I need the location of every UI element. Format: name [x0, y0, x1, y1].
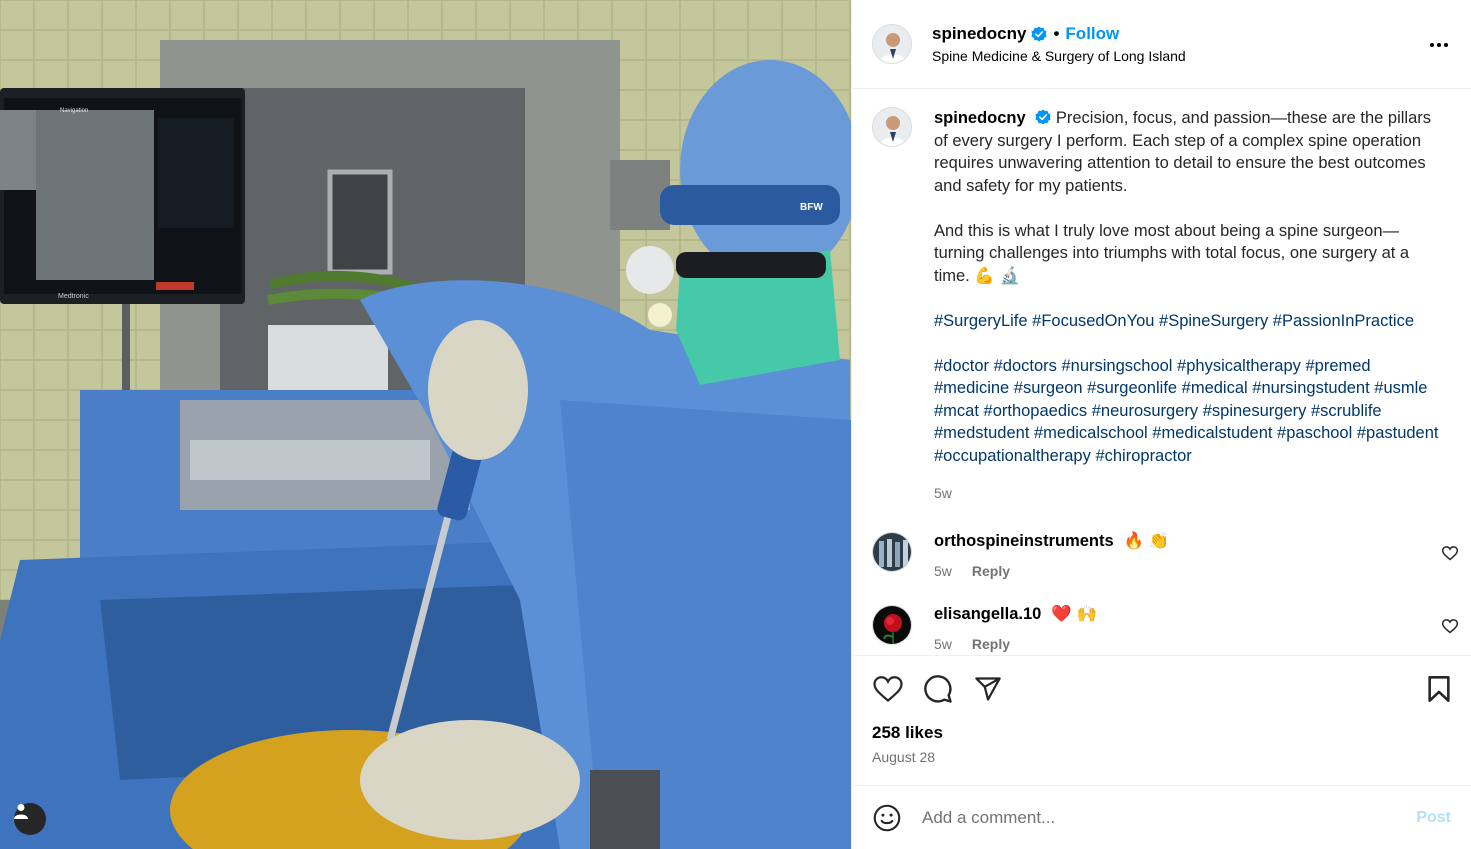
comment-timestamp[interactable]: 5w: [934, 636, 952, 652]
like-button[interactable]: [872, 673, 904, 705]
monitor-title-text: Navigation: [60, 108, 88, 114]
post-date[interactable]: August 28: [872, 749, 1451, 765]
user-icon: [14, 804, 28, 819]
separator-dot: •: [1053, 24, 1060, 43]
caption-text-2: And this is what I truly love most about…: [934, 221, 1410, 285]
comment-item: elisangella.10 ❤️ 🙌 5w Reply: [872, 605, 1459, 652]
author-avatar[interactable]: [872, 24, 912, 64]
add-comment-bar: Post: [852, 785, 1471, 849]
tagged-user-button[interactable]: [14, 803, 46, 835]
heart-outline-icon: [1441, 619, 1459, 634]
caption-hashtags-2[interactable]: #doctor #doctors #nursingschool #physica…: [934, 355, 1439, 468]
likes-count[interactable]: 258 likes: [872, 723, 1451, 743]
heart-outline-icon: [1441, 546, 1459, 561]
caption-timestamp[interactable]: 5w: [934, 482, 1439, 505]
like-comment-button[interactable]: [1441, 619, 1459, 637]
caption-author-avatar[interactable]: [872, 107, 912, 147]
avatar-image: [873, 606, 911, 644]
comment-bubble-icon: [924, 675, 952, 703]
commenter-avatar[interactable]: [872, 605, 912, 645]
reply-button[interactable]: Reply: [972, 563, 1010, 579]
comment-text: 🔥 👏: [1123, 532, 1170, 550]
share-button[interactable]: [972, 673, 1004, 705]
heart-outline-icon: [873, 675, 903, 702]
author-location[interactable]: Spine Medicine & Surgery of Long Island: [932, 48, 1186, 64]
more-horizontal-icon: [1430, 43, 1448, 47]
caption-username[interactable]: spinedocny: [934, 109, 1026, 127]
verified-badge-icon: [1035, 109, 1051, 125]
post-comment-button[interactable]: Post: [1416, 809, 1451, 827]
commenter-username[interactable]: orthospineinstruments: [934, 532, 1114, 551]
save-button[interactable]: [1423, 673, 1455, 705]
caption-hashtags-1[interactable]: #SurgeryLife #FocusedOnYou #SpineSurgery…: [934, 310, 1439, 333]
post-actions: 258 likes August 28: [852, 655, 1471, 785]
avatar-image: [873, 25, 911, 63]
comment-input[interactable]: [922, 807, 1417, 828]
more-options-button[interactable]: [1427, 33, 1451, 57]
emoji-picker-button[interactable]: [872, 803, 902, 833]
like-comment-button[interactable]: [1441, 546, 1459, 564]
monitor-brand-text: Medtronic: [58, 293, 89, 300]
post-caption: spinedocny Precision, focus, and passion…: [872, 107, 1451, 504]
svg-text:BFW: BFW: [800, 202, 823, 213]
commenter-username[interactable]: elisangella.10: [934, 605, 1041, 624]
avatar-image: [873, 108, 911, 146]
follow-button[interactable]: Follow: [1065, 24, 1119, 44]
commenter-avatar[interactable]: [872, 532, 912, 572]
reply-button[interactable]: Reply: [972, 636, 1010, 652]
comment-text: ❤️ 🙌: [1051, 605, 1098, 623]
comment-button[interactable]: [922, 673, 954, 705]
post-side-panel: spinedocny • Follow Spine Medicine & Sur…: [851, 0, 1471, 849]
verified-badge-icon: [1031, 26, 1047, 42]
send-icon: [975, 677, 1001, 701]
bookmark-icon: [1428, 676, 1450, 702]
post-photo[interactable]: Navigation Medtronic BFW: [0, 0, 851, 849]
avatar-image: [873, 533, 911, 571]
comments-section[interactable]: spinedocny Precision, focus, and passion…: [852, 89, 1471, 655]
post-header: spinedocny • Follow Spine Medicine & Sur…: [852, 0, 1471, 89]
comment-item: orthospineinstruments 🔥 👏 5w Reply: [872, 532, 1459, 579]
smiley-icon: [873, 804, 901, 831]
comment-timestamp[interactable]: 5w: [934, 563, 952, 579]
author-username[interactable]: spinedocny: [932, 24, 1026, 44]
surgery-photo-illustration: Navigation Medtronic BFW: [0, 0, 851, 849]
